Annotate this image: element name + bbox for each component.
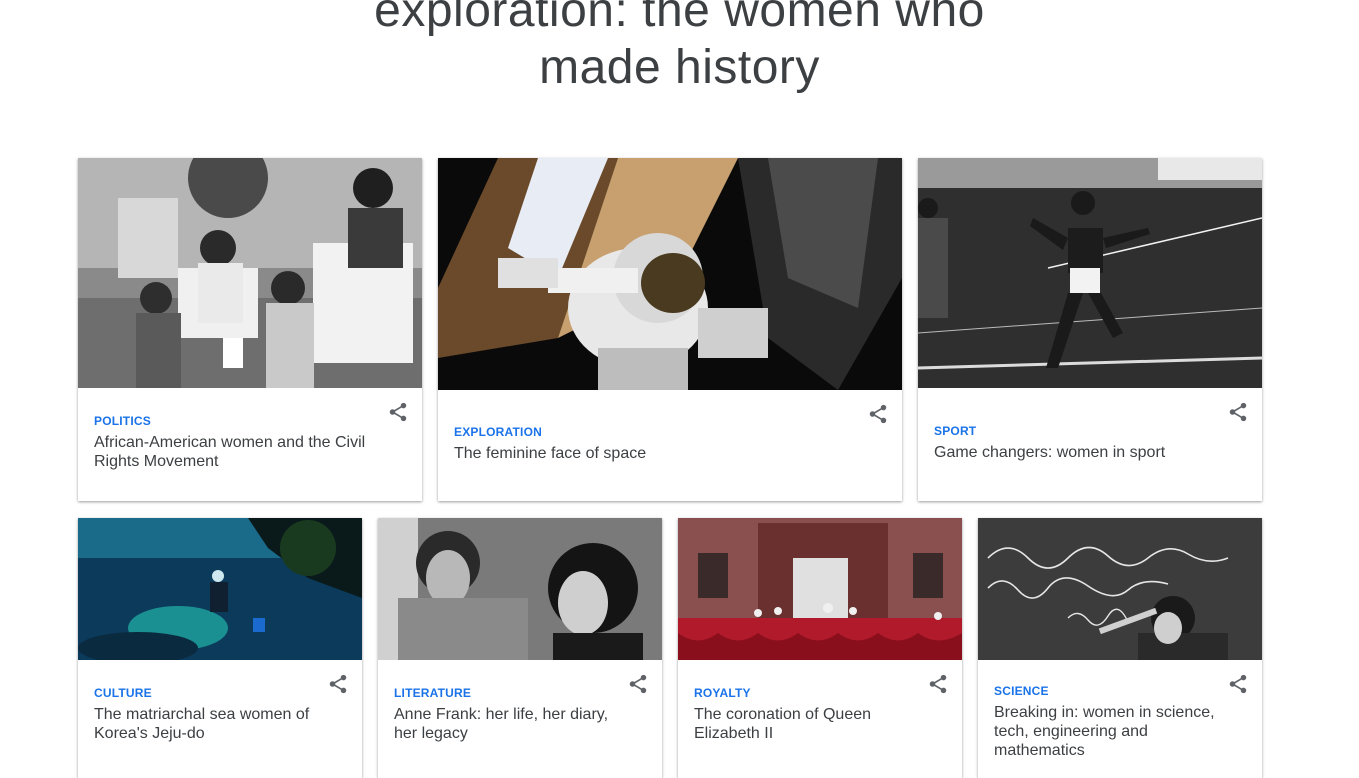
share-button[interactable] — [1227, 673, 1249, 695]
page-title: exploration: the women who made history — [0, 0, 1359, 96]
page-title-line-1: exploration: the women who — [374, 0, 985, 37]
card-title[interactable]: The feminine face of space — [454, 444, 854, 463]
civil-rights-march-photo — [78, 158, 422, 388]
share-button[interactable] — [1227, 401, 1249, 423]
card-title[interactable]: The matriarchal sea women of Korea's Jej… — [94, 705, 334, 743]
sprinter-photo — [918, 158, 1262, 388]
coronation-balcony-photo — [678, 518, 962, 660]
card-title[interactable]: African-American women and the Civil Rig… — [94, 433, 384, 471]
share-button[interactable] — [387, 401, 409, 423]
story-card-exploration[interactable]: EXPLORATION The feminine face of space — [438, 158, 902, 501]
share-button[interactable] — [927, 673, 949, 695]
card-category: SPORT — [934, 424, 977, 438]
card-category: SCIENCE — [994, 684, 1049, 698]
story-card-science[interactable]: SCIENCE Breaking in: women in science, t… — [978, 518, 1262, 778]
share-icon — [1229, 402, 1247, 422]
card-title[interactable]: Game changers: women in sport — [934, 443, 1224, 462]
story-card-sport[interactable]: SPORT Game changers: women in sport — [918, 158, 1262, 501]
card-title[interactable]: Anne Frank: her life, her diary, her leg… — [394, 705, 624, 743]
anne-frank-photo — [378, 518, 662, 660]
share-icon — [869, 404, 887, 424]
story-card-culture[interactable]: CULTURE The matriarchal sea women of Kor… — [78, 518, 362, 778]
card-category: ROYALTY — [694, 686, 751, 700]
card-category: LITERATURE — [394, 686, 472, 700]
share-icon — [629, 674, 647, 694]
chalkboard-scientist-photo — [978, 518, 1262, 660]
card-title[interactable]: Breaking in: women in science, tech, eng… — [994, 703, 1224, 760]
story-card-politics[interactable]: POLITICS African-American women and the … — [78, 158, 422, 501]
story-card-royalty[interactable]: ROYALTY The coronation of Queen Elizabet… — [678, 518, 962, 778]
share-button[interactable] — [327, 673, 349, 695]
story-card-literature[interactable]: LITERATURE Anne Frank: her life, her dia… — [378, 518, 662, 778]
underwater-diver-photo — [78, 518, 362, 660]
share-icon — [389, 402, 407, 422]
page-title-line-2: made history — [539, 41, 820, 94]
card-category: EXPLORATION — [454, 425, 542, 439]
card-category: CULTURE — [94, 686, 152, 700]
share-icon — [929, 674, 947, 694]
share-button[interactable] — [867, 403, 889, 425]
card-title[interactable]: The coronation of Queen Elizabeth II — [694, 705, 924, 743]
share-icon — [329, 674, 347, 694]
share-button[interactable] — [627, 673, 649, 695]
share-icon — [1229, 674, 1247, 694]
card-category: POLITICS — [94, 414, 151, 428]
astronaut-spacewalk-photo — [438, 158, 902, 390]
